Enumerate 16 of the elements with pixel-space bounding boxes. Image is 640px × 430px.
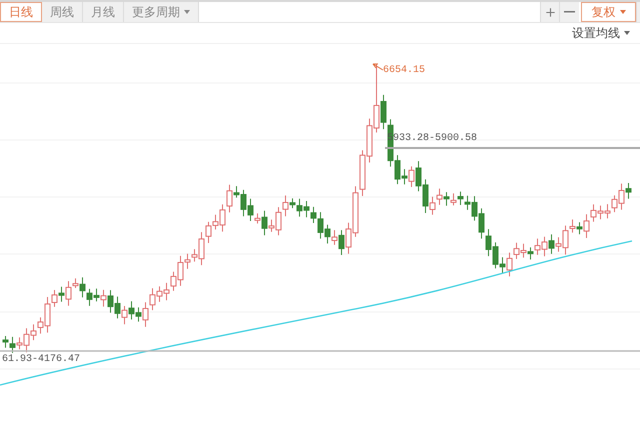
zoom-out-button[interactable]	[559, 2, 579, 22]
minus-icon	[564, 11, 575, 13]
period-tab[interactable]: 月线	[83, 2, 124, 22]
period-tab[interactable]: 更多周期	[124, 2, 199, 22]
price-range-label: 61.93-4176.47	[2, 353, 80, 367]
zoom-in-button[interactable]	[540, 2, 559, 22]
period-tab[interactable]: 日线	[0, 2, 42, 22]
caret-icon	[624, 31, 630, 35]
period-tab[interactable]: 周线	[42, 2, 83, 22]
ma-settings-dropdown[interactable]: 设置均线	[572, 24, 630, 42]
leader-line	[372, 64, 384, 70]
caret-icon	[184, 10, 190, 14]
plus-icon	[544, 6, 556, 18]
peak-price-label: 6654.15	[383, 64, 426, 78]
adjust-dropdown[interactable]: 复权	[581, 2, 636, 22]
caret-icon	[620, 10, 626, 14]
